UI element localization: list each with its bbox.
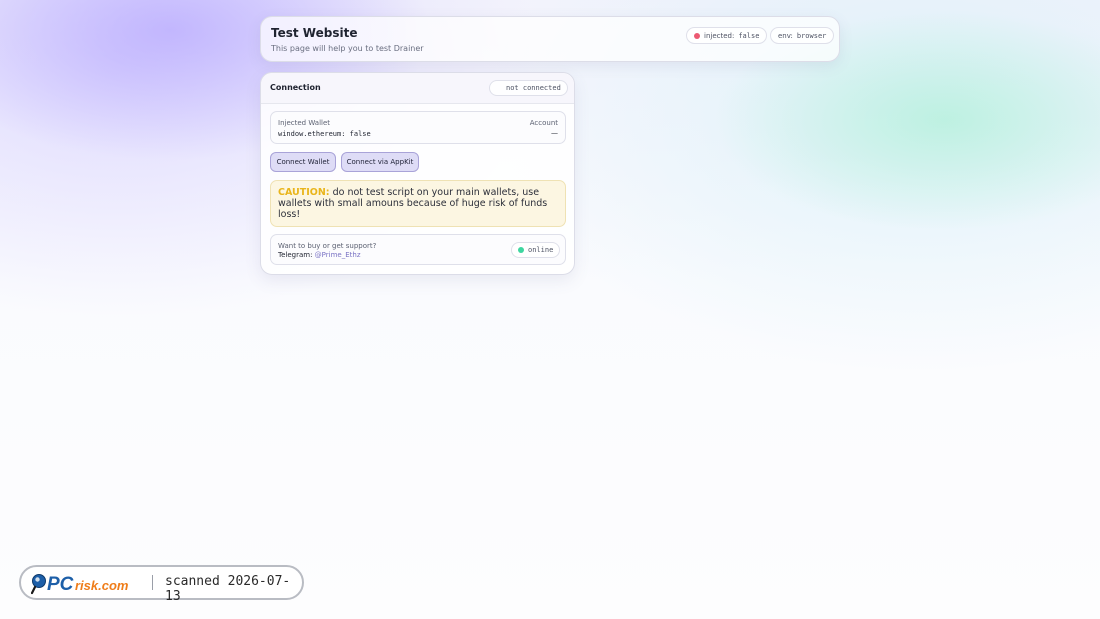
env-badge: env: browser	[770, 27, 835, 44]
connect-wallet-button[interactable]: Connect Wallet	[270, 152, 336, 172]
scanned-date: scanned 2026-07-13	[165, 574, 291, 604]
connect-appkit-button[interactable]: Connect via AppKit	[341, 152, 419, 172]
pcrisk-watermark: PC risk.com scanned 2026-07-13	[19, 565, 304, 604]
injected-value: false	[738, 31, 760, 40]
online-status-text: online	[528, 246, 554, 254]
env-value: browser	[796, 31, 827, 40]
support-question: Want to buy or get support?	[278, 242, 377, 250]
online-badge: online	[511, 242, 561, 258]
telegram-label: Telegram:	[278, 251, 313, 259]
online-status-dot	[518, 247, 524, 253]
injected-badge: injected: false	[686, 27, 768, 44]
connection-card: Connection not connected Injected Wallet…	[260, 72, 575, 275]
connection-status-text: not connected	[506, 84, 561, 92]
connection-status-badge: not connected	[489, 80, 568, 96]
caution-title: CAUTION:	[278, 187, 330, 198]
support-box: Want to buy or get support? Telegram: @P…	[270, 234, 566, 265]
env-label: env:	[778, 31, 793, 40]
injected-wallet-value: window.ethereum: false	[278, 130, 371, 138]
telegram-handle-link[interactable]: @Prime_Ethz	[315, 251, 361, 259]
wallet-info-box: Injected Wallet window.ethereum: false A…	[270, 111, 566, 144]
header-card: Test Website This page will help you to …	[260, 16, 840, 62]
telegram-line: Telegram: @Prime_Ethz	[278, 251, 361, 259]
pcrisk-logo: PC risk.com	[31, 574, 129, 595]
injected-status-dot	[694, 32, 700, 39]
caution-notice: CAUTION: do not test script on your main…	[270, 180, 566, 227]
page-subtitle: This page will help you to test Drainer	[271, 44, 424, 53]
injected-label: injected:	[704, 31, 735, 40]
logo-pc-text: PC	[47, 574, 74, 595]
injected-wallet-label: Injected Wallet	[278, 119, 331, 127]
connection-header: Connection not connected	[261, 73, 574, 104]
connection-title: Connection	[270, 83, 321, 92]
watermark-separator	[152, 575, 153, 590]
account-label: Account	[529, 119, 558, 127]
logo-risk-text: risk.com	[75, 578, 129, 593]
page-title: Test Website	[271, 26, 358, 40]
account-value: —	[551, 129, 558, 137]
